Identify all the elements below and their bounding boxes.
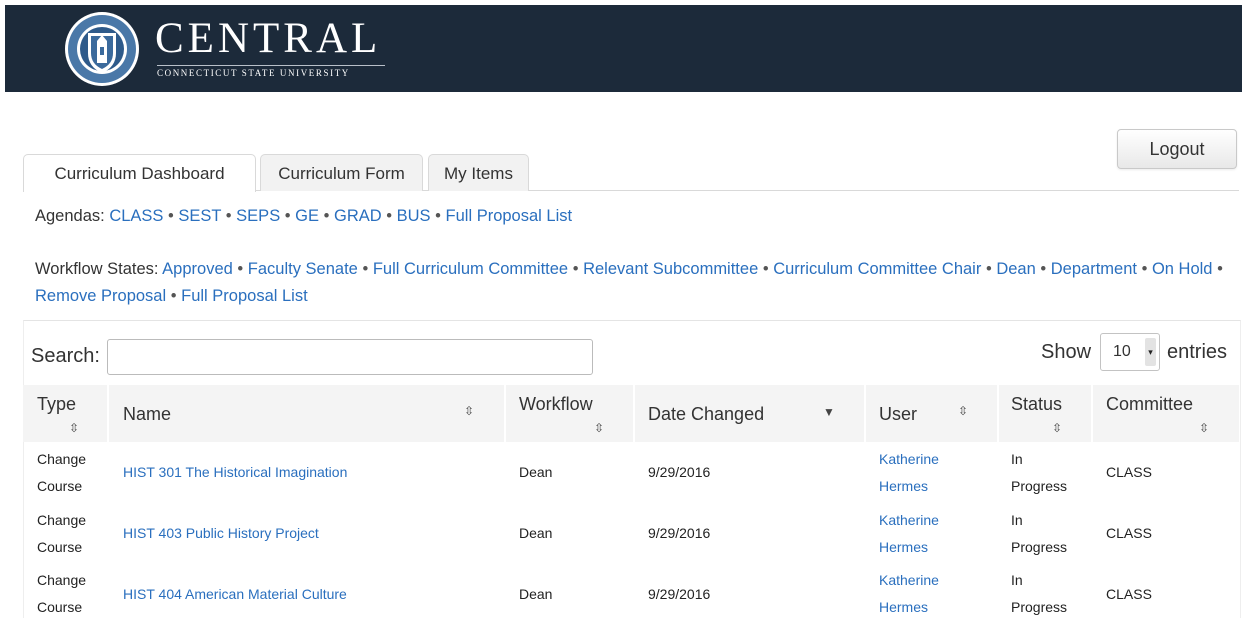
workflow-link-on-hold[interactable]: On Hold: [1152, 260, 1213, 278]
workflow-link-curriculum-committee-chair[interactable]: Curriculum Committee Chair: [773, 260, 981, 278]
workflow-states-label: Workflow States:: [35, 260, 159, 278]
table-row: Change Course HIST 301 The Historical Ima…: [23, 446, 1239, 507]
column-header-committee[interactable]: Committee ⇳: [1093, 385, 1239, 442]
status-cell: In Progress: [1011, 512, 1068, 555]
column-header-type[interactable]: Type ⇳: [23, 385, 109, 442]
sort-icon: ⇳: [594, 421, 605, 435]
agenda-link-sest[interactable]: SEST: [178, 207, 221, 225]
workflow-link-department[interactable]: Department: [1051, 260, 1137, 278]
workflow-link-remove-proposal[interactable]: Remove Proposal: [35, 287, 166, 305]
logo-divider: [157, 65, 385, 66]
tab-my-items[interactable]: My Items: [428, 154, 529, 191]
tab-curriculum-dashboard[interactable]: Curriculum Dashboard: [23, 154, 256, 192]
agendas-nav: Agendas: CLASS • SEST • SEPS • GE • GRAD…: [35, 207, 573, 225]
sort-icon: ⇳: [958, 404, 969, 418]
logo-wordmark: CENTRAL: [155, 15, 382, 62]
committee-cell: CLASS: [1106, 464, 1152, 480]
proposal-name-link[interactable]: HIST 301 The Historical Imagination: [123, 459, 347, 486]
workflow-link-faculty-senate[interactable]: Faculty Senate: [248, 260, 358, 278]
column-header-name[interactable]: Name ⇳: [109, 385, 506, 442]
committee-cell: CLASS: [1106, 586, 1152, 602]
university-seal-icon: [65, 12, 139, 86]
committee-cell: CLASS: [1106, 525, 1152, 541]
date-cell: 9/29/2016: [648, 525, 711, 541]
entries-select[interactable]: 10 ▾: [1100, 333, 1160, 371]
agendas-label: Agendas:: [35, 207, 105, 225]
status-cell: In Progress: [1011, 572, 1068, 615]
column-header-user[interactable]: User ⇳: [866, 385, 999, 442]
date-cell: 9/29/2016: [648, 464, 711, 480]
entries-select-value: 10: [1113, 343, 1131, 360]
workflow-cell: Dean: [519, 525, 553, 541]
table-row: Change Course HIST 404 American Material …: [23, 567, 1239, 628]
user-link[interactable]: Katherine Hermes: [879, 446, 939, 500]
type-cell: Change Course: [37, 512, 87, 555]
type-cell: Change Course: [37, 451, 87, 494]
column-header-status[interactable]: Status ⇳: [999, 385, 1093, 442]
column-header-workflow[interactable]: Workflow ⇳: [506, 385, 635, 442]
sort-descending-icon: ▼: [823, 405, 835, 419]
tab-curriculum-form[interactable]: Curriculum Form: [260, 154, 423, 191]
date-cell: 9/29/2016: [648, 586, 711, 602]
agenda-link-full-proposal-list[interactable]: Full Proposal List: [446, 207, 573, 225]
agenda-link-ge[interactable]: GE: [295, 207, 319, 225]
table-row: Change Course HIST 403 Public History Pro…: [23, 507, 1239, 568]
search-input[interactable]: [107, 339, 593, 375]
sort-icon: ⇳: [464, 404, 475, 418]
entries-label: entries: [1167, 341, 1228, 363]
workflow-link-approved[interactable]: Approved: [162, 260, 233, 278]
agenda-link-seps[interactable]: SEPS: [236, 207, 280, 225]
agenda-link-grad[interactable]: GRAD: [334, 207, 382, 225]
site-header: CENTRAL CONNECTICUT STATE UNIVERSITY: [5, 5, 1242, 92]
sort-icon: ⇳: [1052, 421, 1063, 435]
table-header: Type ⇳ Name ⇳ Workflow ⇳ Date Changed ▼ …: [23, 385, 1239, 442]
workflow-link-relevant-subcommittee[interactable]: Relevant Subcommittee: [583, 260, 758, 278]
workflow-cell: Dean: [519, 586, 553, 602]
user-link[interactable]: Katherine Hermes: [879, 567, 939, 621]
workflow-link-full-proposal-list[interactable]: Full Proposal List: [181, 287, 308, 305]
search-label: Search:: [31, 345, 100, 367]
select-arrows-icon: ▾: [1145, 338, 1156, 366]
proposal-name-link[interactable]: HIST 404 American Material Culture: [123, 581, 347, 608]
user-link[interactable]: Katherine Hermes: [879, 507, 939, 561]
proposal-name-link[interactable]: HIST 403 Public History Project: [123, 520, 319, 547]
logo-subtitle: CONNECTICUT STATE UNIVERSITY: [157, 68, 350, 78]
workflow-link-full-curriculum-committee[interactable]: Full Curriculum Committee: [373, 260, 568, 278]
workflow-link-dean[interactable]: Dean: [996, 260, 1035, 278]
column-header-date-changed[interactable]: Date Changed ▼: [635, 385, 866, 442]
type-cell: Change Course: [37, 572, 87, 615]
logout-button[interactable]: Logout: [1117, 129, 1237, 169]
sort-icon: ⇳: [69, 421, 80, 435]
show-label: Show: [1041, 341, 1092, 363]
workflow-cell: Dean: [519, 464, 553, 480]
sort-icon: ⇳: [1199, 421, 1210, 435]
workflow-states-nav: Workflow States: Approved • Faculty Sena…: [35, 260, 1223, 305]
agenda-link-class[interactable]: CLASS: [109, 207, 163, 225]
agenda-link-bus[interactable]: BUS: [397, 207, 431, 225]
status-cell: In Progress: [1011, 451, 1068, 494]
